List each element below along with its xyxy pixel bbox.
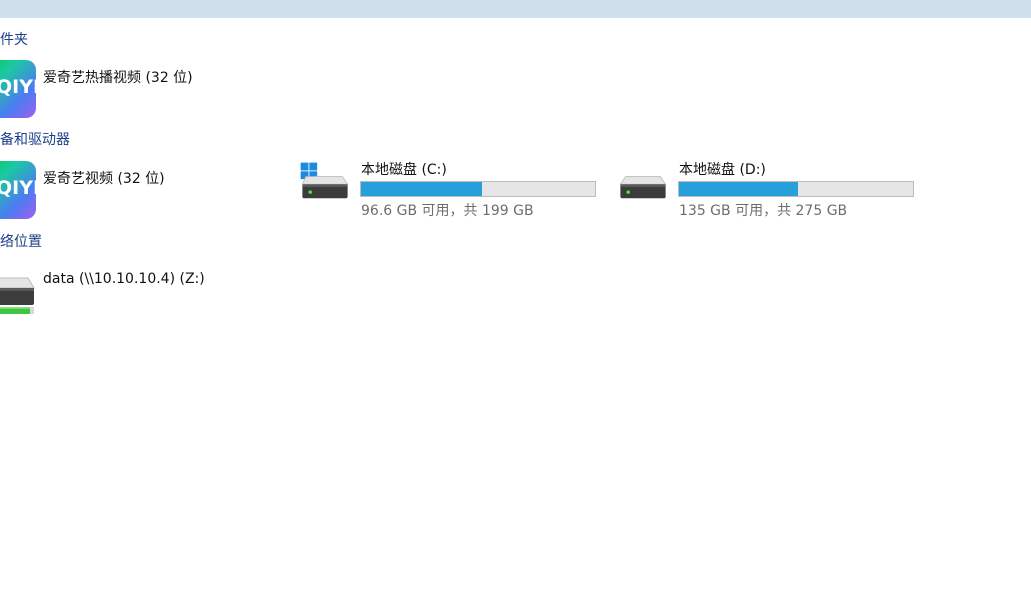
folder-item-label: 爱奇艺热播视频 (32 位) [43,70,193,86]
section-header-devices[interactable]: 备和驱动器 [0,131,70,149]
hard-drive-icon [619,176,667,199]
drive-item-c[interactable]: 本地磁盘 (C:) 96.6 GB 可用，共 199 GB [295,158,600,220]
iqiyi-app-icon: QIYI [0,60,36,118]
section-header-network[interactable]: 络位置 [0,233,42,251]
drive-free-space-text: 96.6 GB 可用，共 199 GB [361,203,534,219]
network-drive-item-z[interactable]: data (\\10.10.10.4) (Z:) [0,262,220,320]
section-header-folders[interactable]: 件夹 [0,31,28,49]
top-address-bar-strip [0,0,1031,18]
drive-usage-bar [360,181,596,197]
app-item-iqiyi-video[interactable]: QIYI 爱奇艺视频 (32 位) [0,160,200,220]
drive-usage-bar [678,181,914,197]
drive-usage-bar-fill [679,182,799,196]
drive-usage-bar-fill [361,182,482,196]
drive-item-d[interactable]: 本地磁盘 (D:) 135 GB 可用，共 275 GB [613,158,918,220]
drive-label: 本地磁盘 (D:) [679,162,766,178]
iqiyi-app-icon: QIYI [0,161,36,219]
app-item-label: 爱奇艺视频 (32 位) [43,171,165,187]
windows-system-drive-icon [300,162,349,199]
folder-item-iqiyi-hot[interactable]: QIYI 爱奇艺热播视频 (32 位) [0,59,210,119]
drive-label: 本地磁盘 (C:) [361,162,447,178]
network-drive-icon [0,277,35,314]
iqiyi-logo-text: QIYI [0,177,36,199]
drive-free-space-text: 135 GB 可用，共 275 GB [679,203,848,219]
iqiyi-logo-text: QIYI [0,76,36,98]
network-drive-label: data (\\10.10.10.4) (Z:) [43,271,205,287]
